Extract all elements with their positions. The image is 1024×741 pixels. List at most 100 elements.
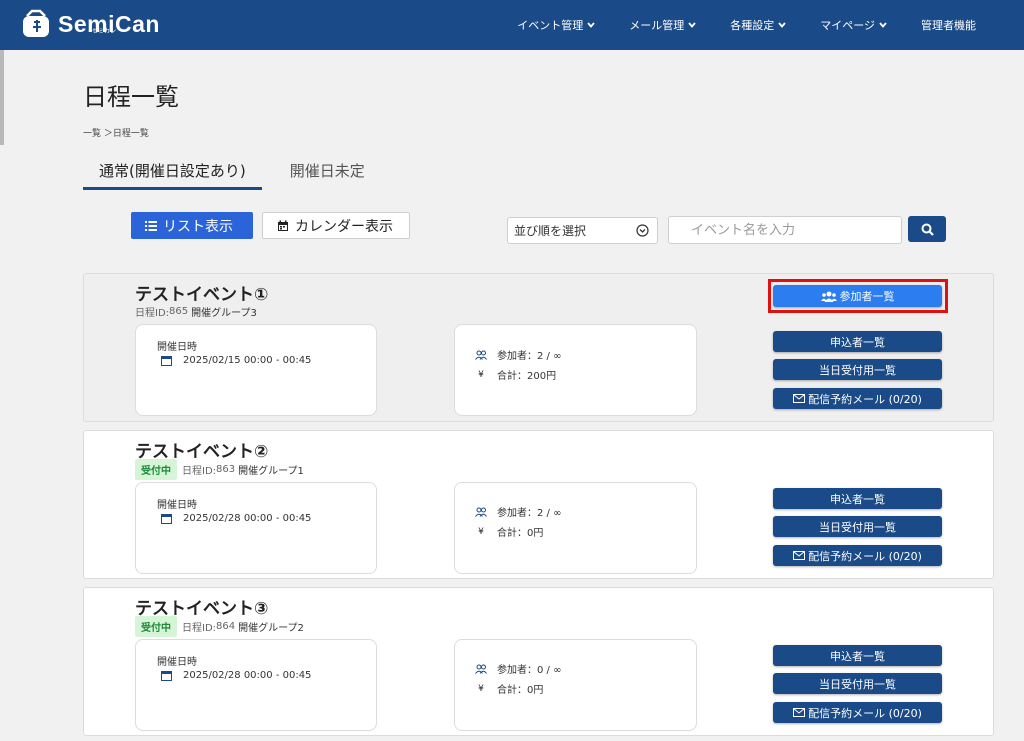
date-label: 開催日時	[157, 657, 197, 668]
people-icon	[475, 664, 487, 674]
logo-icon	[20, 9, 52, 39]
event-meta: 受付中 日程ID: 864 開催グループ2	[135, 616, 304, 637]
nav-label: イベント管理	[517, 19, 584, 32]
date-label: 開催日時	[157, 342, 197, 353]
people-icon	[475, 350, 487, 360]
mail-icon	[793, 394, 806, 403]
event-group: 開催グループ3	[191, 308, 257, 319]
applicants-list-button[interactable]: 申込者一覧	[773, 488, 942, 509]
schedule-id-label: 日程ID:	[182, 466, 217, 477]
button-label: 申込者一覧	[830, 492, 885, 506]
calendar-icon	[161, 356, 172, 366]
total-row: ¥ 合計：0円	[475, 524, 544, 540]
button-label: 当日受付用一覧	[819, 520, 896, 534]
top-navigation-bar: SemiCan セミカン イベント管理 メール管理 各種設定 マイページ 管理者…	[0, 0, 1024, 50]
nav-label: 各種設定	[730, 19, 775, 32]
participants-row: 参加者：2 / ∞	[475, 504, 561, 519]
event-search-input[interactable]	[668, 216, 902, 244]
scheduled-mail-button[interactable]: 配信予約メール (0/20)	[773, 545, 942, 566]
reception-list-button[interactable]: 当日受付用一覧	[773, 673, 942, 694]
page-title: 日程一覧	[83, 83, 179, 111]
button-label: 参加者一覧	[839, 290, 895, 303]
applicants-list-button[interactable]: 申込者一覧	[773, 331, 942, 352]
summary-box: 参加者：2 / ∞ ¥ 合計：200円	[454, 324, 697, 416]
calendar-icon	[161, 514, 172, 524]
participant-count: 参加者：0 / ∞	[497, 665, 562, 676]
participant-count: 参加者：2 / ∞	[497, 351, 562, 362]
date-box: 開催日時 2025/02/28 00:00 - 00:45	[135, 639, 377, 731]
total-row: ¥ 合計：0円	[475, 681, 543, 697]
event-datetime: 2025/02/28 00:00 - 00:45	[183, 670, 312, 681]
users-icon	[820, 291, 837, 302]
event-card: テストイベント② 受付中 日程ID: 863 開催グループ1 開催日時 2025…	[83, 430, 994, 579]
nav-mail-management[interactable]: メール管理	[629, 17, 697, 33]
button-label: 配信予約メール (0/20)	[808, 549, 922, 563]
tab-unscheduled[interactable]: 開催日未定	[274, 157, 381, 190]
tab-scheduled[interactable]: 通常(開催日設定あり)	[83, 157, 262, 190]
schedule-id: 863	[216, 464, 236, 475]
event-card: テストイベント① 日程ID: 865 開催グループ3 開催日時 2025/02/…	[83, 273, 994, 422]
button-label: 配信予約メール (0/20)	[808, 392, 922, 406]
yen-icon: ¥	[478, 369, 484, 380]
participants-row: 参加者：2 / ∞	[475, 347, 561, 362]
event-card: テストイベント③ 受付中 日程ID: 864 開催グループ2 開催日時 2025…	[83, 587, 994, 736]
applicants-list-button[interactable]: 申込者一覧	[773, 645, 942, 666]
button-label: 当日受付用一覧	[819, 677, 896, 691]
event-group: 開催グループ1	[238, 466, 304, 477]
breadcrumb[interactable]: 一覧 ＞日程一覧	[83, 126, 149, 139]
chevron-down-icon	[778, 22, 786, 28]
schedule-id: 864	[216, 621, 236, 632]
list-view-button[interactable]: リスト表示	[131, 212, 253, 239]
total-row: ¥ 合計：200円	[475, 367, 556, 383]
event-datetime-row: 2025/02/28 00:00 - 00:45	[161, 513, 311, 524]
nav-settings[interactable]: 各種設定	[730, 17, 787, 33]
button-label: 申込者一覧	[830, 335, 885, 349]
event-datetime-row: 2025/02/28 00:00 - 00:45	[161, 670, 311, 681]
status-badge: 受付中	[135, 616, 177, 637]
calendar-icon	[161, 671, 172, 681]
button-label: 配信予約メール (0/20)	[808, 706, 922, 720]
participants-row: 参加者：0 / ∞	[475, 661, 561, 676]
participant-count: 参加者：2 / ∞	[497, 508, 562, 519]
search-button[interactable]	[908, 216, 946, 242]
chevron-down-icon	[688, 22, 696, 28]
calendar-icon	[278, 220, 288, 231]
tab-bar: 通常(開催日設定あり) 開催日未定	[83, 157, 381, 190]
window-edge-strip	[0, 50, 4, 145]
event-meta: 日程ID: 865 開催グループ3	[135, 304, 257, 319]
mail-icon	[793, 708, 806, 717]
total-amount: 合計：0円	[497, 528, 544, 539]
schedule-id: 865	[169, 306, 189, 317]
date-box: 開催日時 2025/02/15 00:00 - 00:45	[135, 324, 377, 416]
sort-select[interactable]: 並び順を選択	[507, 217, 658, 244]
participants-list-button[interactable]: 参加者一覧	[773, 285, 942, 307]
yen-icon: ¥	[478, 683, 484, 694]
event-meta: 受付中 日程ID: 863 開催グループ1	[135, 459, 304, 480]
button-label: 当日受付用一覧	[819, 363, 896, 377]
event-datetime-row: 2025/02/15 00:00 - 00:45	[161, 355, 311, 366]
list-icon	[145, 220, 157, 231]
button-label: 申込者一覧	[830, 649, 885, 663]
nav-label: 管理者機能	[921, 19, 976, 32]
nav-admin[interactable]: 管理者機能	[921, 17, 976, 33]
reception-list-button[interactable]: 当日受付用一覧	[773, 359, 942, 380]
event-title: テストイベント①	[135, 285, 269, 305]
people-icon	[475, 507, 487, 517]
scheduled-mail-button[interactable]: 配信予約メール (0/20)	[773, 702, 942, 723]
logo[interactable]: SemiCan	[20, 9, 160, 39]
list-view-label: リスト表示	[163, 218, 233, 235]
status-badge: 受付中	[135, 459, 177, 480]
date-label: 開催日時	[157, 500, 197, 511]
event-datetime: 2025/02/28 00:00 - 00:45	[183, 513, 312, 524]
nav-mypage[interactable]: マイページ	[820, 17, 888, 33]
event-group: 開催グループ2	[238, 623, 304, 634]
calendar-view-label: カレンダー表示	[295, 218, 393, 235]
reception-list-button[interactable]: 当日受付用一覧	[773, 516, 942, 537]
mail-icon	[793, 551, 806, 560]
nav-label: マイページ	[820, 19, 875, 32]
sort-label: 並び順を選択	[514, 224, 587, 238]
scheduled-mail-button[interactable]: 配信予約メール (0/20)	[773, 388, 942, 409]
nav-event-management[interactable]: イベント管理	[517, 17, 596, 33]
calendar-view-button[interactable]: カレンダー表示	[262, 212, 410, 239]
main-nav: イベント管理 メール管理 各種設定 マイページ 管理者機能	[517, 0, 1024, 50]
